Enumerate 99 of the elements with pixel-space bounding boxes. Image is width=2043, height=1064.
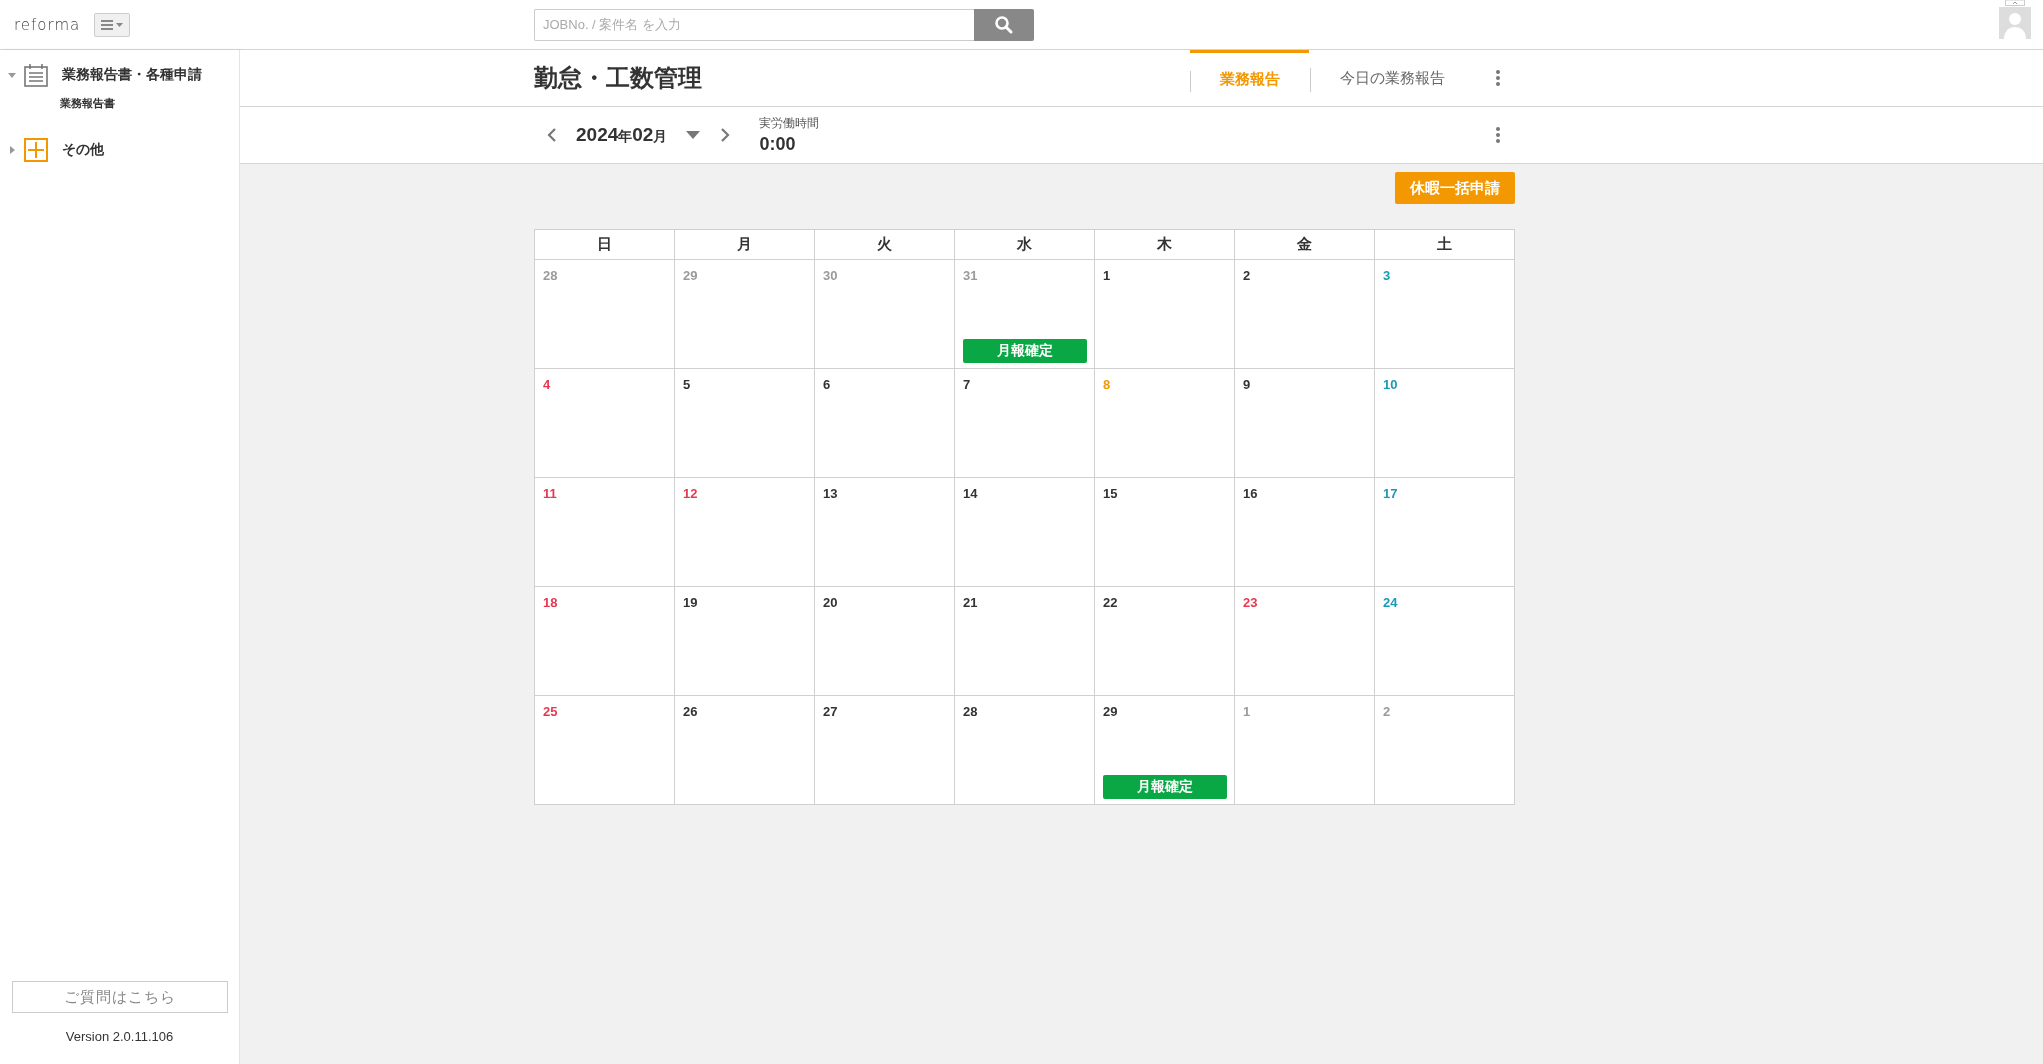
status-tag[interactable]: 月報確定 xyxy=(963,339,1087,363)
day-number: 17 xyxy=(1383,486,1398,501)
menu-icon xyxy=(99,17,126,32)
weekday-header: 水 xyxy=(955,230,1095,260)
sidebar-item[interactable]: 業務報告書・各種申請 xyxy=(0,62,239,88)
calendar-day[interactable]: 31 月報確定 xyxy=(955,260,1095,369)
next-icon[interactable] xyxy=(719,127,732,143)
calendar-day[interactable]: 17 xyxy=(1375,478,1515,587)
calendar-day[interactable]: 27 xyxy=(815,696,955,805)
day-number: 27 xyxy=(823,704,838,719)
day-number: 31 xyxy=(963,268,978,283)
day-number: 24 xyxy=(1383,595,1398,610)
calendar-day[interactable]: 23 xyxy=(1235,587,1375,696)
day-number: 23 xyxy=(1243,595,1258,610)
day-number: 19 xyxy=(683,595,698,610)
calendar-day[interactable]: 3 xyxy=(1375,260,1515,369)
day-number: 28 xyxy=(963,704,978,719)
weekday-header: 木 xyxy=(1095,230,1235,260)
caret-up-icon[interactable] xyxy=(2005,0,2025,6)
calendar-day[interactable]: 11 xyxy=(535,478,675,587)
weekday-header: 土 xyxy=(1375,230,1515,260)
calendar-day[interactable]: 5 xyxy=(675,369,815,478)
calendar-day[interactable]: 16 xyxy=(1235,478,1375,587)
caret-down-icon xyxy=(8,71,16,79)
calendar-day[interactable]: 13 xyxy=(815,478,955,587)
day-number: 21 xyxy=(963,595,978,610)
day-number: 12 xyxy=(683,486,698,501)
status-tag[interactable]: 月報確定 xyxy=(1103,775,1227,799)
month-label: 2024年02月 xyxy=(576,124,668,146)
day-number: 22 xyxy=(1103,595,1118,610)
day-number: 6 xyxy=(823,377,831,392)
day-number: 3 xyxy=(1383,268,1391,283)
work-time-value: 0:00 xyxy=(759,134,797,155)
calendar-day[interactable]: 21 xyxy=(955,587,1095,696)
day-number: 4 xyxy=(543,377,551,392)
caret-right-icon xyxy=(8,146,16,154)
more-icon[interactable] xyxy=(1495,126,1501,144)
logo[interactable]: reforma xyxy=(14,15,81,34)
calendar-day[interactable]: 1 xyxy=(1095,260,1235,369)
help-button[interactable]: ご質問はこちら xyxy=(11,981,228,1013)
calendar-day[interactable]: 10 xyxy=(1375,369,1515,478)
page-title: 勤怠・工数管理 xyxy=(534,63,702,93)
calendar-day[interactable]: 24 xyxy=(1375,587,1515,696)
day-number: 20 xyxy=(823,595,838,610)
search-icon xyxy=(994,14,1014,35)
calendar-day[interactable]: 2 xyxy=(1235,260,1375,369)
day-number: 18 xyxy=(543,595,558,610)
calendar-day[interactable]: 15 xyxy=(1095,478,1235,587)
day-number: 28 xyxy=(543,268,558,283)
day-number: 1 xyxy=(1103,268,1111,283)
search-field[interactable]: JOBNo. / 案件名 を入力 xyxy=(534,8,974,41)
calendar-day[interactable]: 28 xyxy=(955,696,1095,805)
day-number: 16 xyxy=(1243,486,1258,501)
previous-icon[interactable] xyxy=(546,127,558,143)
day-number: 10 xyxy=(1383,377,1398,392)
weekday-header: 火 xyxy=(815,230,955,260)
calendar-day[interactable]: 7 xyxy=(955,369,1095,478)
day-number: 29 xyxy=(1103,704,1118,719)
calendar-day[interactable]: 14 xyxy=(955,478,1095,587)
calendar-day[interactable]: 4 xyxy=(535,369,675,478)
day-number: 2 xyxy=(1243,268,1251,283)
day-number: 30 xyxy=(823,268,838,283)
day-number: 13 xyxy=(823,486,838,501)
day-number: 29 xyxy=(683,268,698,283)
weekday-header: 金 xyxy=(1235,230,1375,260)
calendar-day[interactable]: 12 xyxy=(675,478,815,587)
calendar-day[interactable]: 20 xyxy=(815,587,955,696)
plus-icon xyxy=(24,138,48,162)
day-number: 26 xyxy=(683,704,698,719)
calendar-icon xyxy=(24,63,48,87)
day-number: 1 xyxy=(1243,704,1251,719)
tab[interactable]: 今日の業務報告 xyxy=(1310,50,1475,106)
day-number: 5 xyxy=(683,377,691,392)
calendar-day[interactable]: 22 xyxy=(1095,587,1235,696)
dropdown-icon[interactable] xyxy=(685,130,702,140)
day-number: 15 xyxy=(1103,486,1118,501)
day-number: 25 xyxy=(543,704,558,719)
calendar-day[interactable]: 19 xyxy=(675,587,815,696)
day-number: 2 xyxy=(1383,704,1391,719)
calendar-day[interactable]: 18 xyxy=(535,587,675,696)
day-number: 14 xyxy=(963,486,978,501)
weekday-header: 日 xyxy=(535,230,675,260)
calendar-day[interactable]: 26 xyxy=(675,696,815,805)
sidebar-item[interactable]: その他 xyxy=(0,137,239,163)
search-button[interactable] xyxy=(974,8,1034,41)
work-time-label: 実労働時間 xyxy=(759,115,820,132)
day-number: 7 xyxy=(963,377,971,392)
calendar-day[interactable]: 25 xyxy=(535,696,675,805)
more-icon[interactable] xyxy=(1495,69,1501,87)
day-number: 11 xyxy=(543,486,557,501)
sidebar-subitem[interactable]: 業務報告書 xyxy=(60,96,115,111)
calendar-day[interactable]: 6 xyxy=(815,369,955,478)
calendar-day[interactable]: 9 xyxy=(1235,369,1375,478)
day-number: 9 xyxy=(1243,377,1251,392)
weekday-header: 月 xyxy=(675,230,815,260)
day-number: 8 xyxy=(1103,377,1111,392)
version-text: Version 2.0.11.106 xyxy=(65,1029,174,1044)
menu-button[interactable] xyxy=(94,12,131,37)
calendar-day[interactable]: 29 月報確定 xyxy=(1095,696,1235,805)
